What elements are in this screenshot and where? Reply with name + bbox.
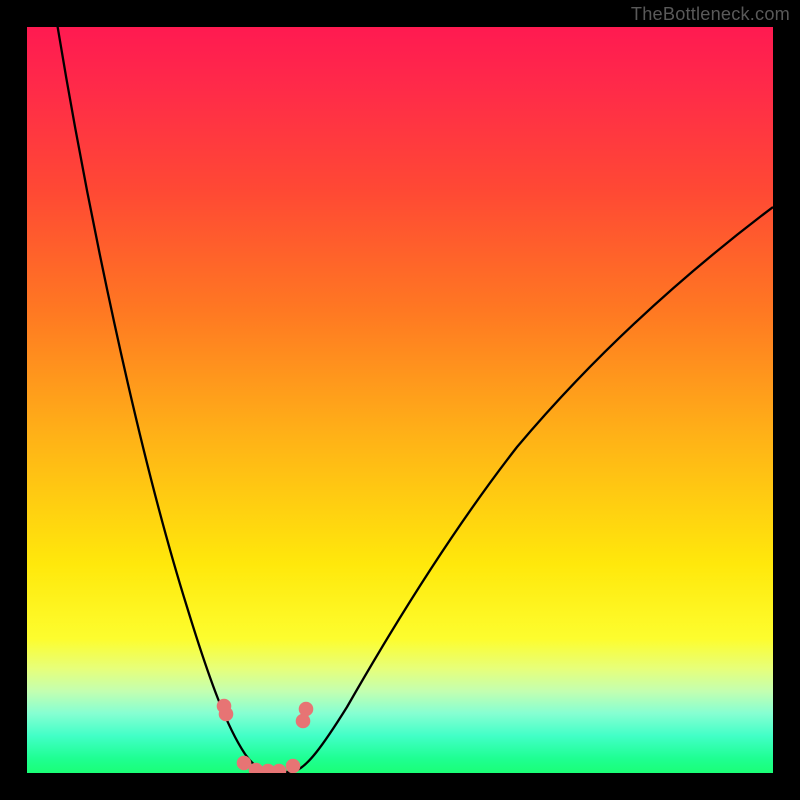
marker-dot [286,759,301,773]
curve-right-branch [295,207,773,771]
curve-left-branch [56,27,270,772]
marker-dot [219,707,234,722]
marker-dot [272,764,287,773]
bottleneck-curve [56,27,773,772]
watermark-text: TheBottleneck.com [631,4,790,25]
bottleneck-curve-svg [27,27,773,773]
plot-area [27,27,773,773]
curve-markers [217,699,314,773]
chart-frame: TheBottleneck.com [0,0,800,800]
marker-dot [299,702,314,717]
